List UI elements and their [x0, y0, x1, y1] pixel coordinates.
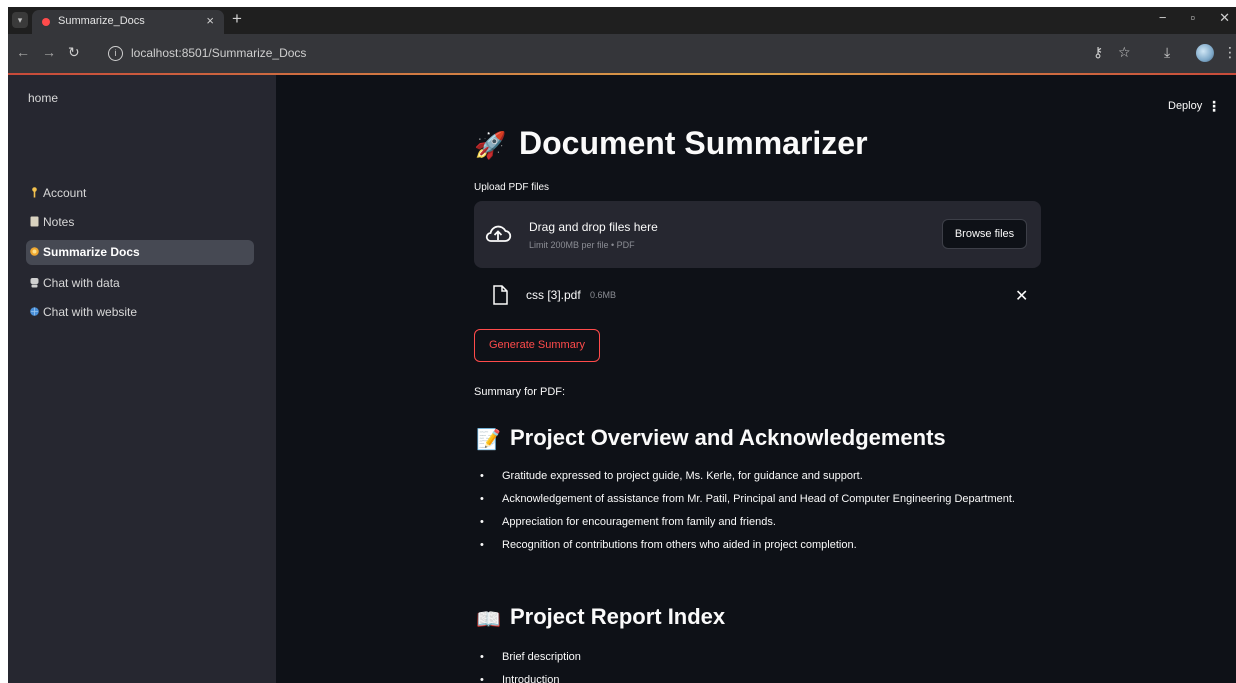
- remove-file-icon[interactable]: ✕: [1015, 286, 1028, 306]
- bookmark-star-icon[interactable]: ☆: [1118, 44, 1131, 61]
- file-name: css [3].pdf: [526, 288, 581, 302]
- url-text[interactable]: localhost:8501/Summarize_Docs: [131, 46, 306, 60]
- new-tab-icon[interactable]: +: [232, 9, 242, 29]
- memo-icon: 📝: [476, 429, 501, 451]
- close-window-icon[interactable]: ✕: [1219, 10, 1230, 26]
- reload-icon[interactable]: ↻: [68, 44, 80, 61]
- file-icon: [493, 285, 508, 305]
- dropzone-title: Drag and drop files here: [529, 220, 658, 234]
- profile-avatar[interactable]: [1196, 44, 1214, 62]
- sidebar-item-account[interactable]: Account: [28, 181, 256, 206]
- list-item: Acknowledgement of assistance from Mr. P…: [474, 491, 1034, 508]
- list-item: Appreciation for encouragement from fami…: [474, 514, 1034, 531]
- browser-tab[interactable]: Summarize_Docs ×: [32, 10, 224, 34]
- sidebar-item-label: Chat with data: [43, 276, 120, 290]
- section-heading: Project Report Index: [510, 604, 726, 629]
- minimize-icon[interactable]: −: [1159, 10, 1167, 26]
- streamlit-favicon-icon: [42, 18, 50, 26]
- list-item: Brief description: [474, 649, 1034, 666]
- browse-files-button[interactable]: Browse files: [942, 219, 1027, 249]
- dropzone-limit: Limit 200MB per file • PDF: [529, 240, 635, 250]
- sidebar-item-label: Notes: [43, 215, 75, 229]
- sidebar-home-link[interactable]: home: [28, 91, 58, 105]
- sidebar-item-chat-with-data[interactable]: Chat with data: [28, 271, 256, 296]
- chat-icon: [30, 278, 39, 288]
- cloud-upload-icon: [485, 225, 512, 242]
- file-size: 0.6MB: [590, 290, 617, 300]
- generate-summary-button[interactable]: Generate Summary: [474, 329, 600, 362]
- summary-label: Summary for PDF:: [474, 386, 566, 398]
- tab-title: Summarize_Docs: [58, 15, 145, 27]
- section-heading: Project Overview and Acknowledgements: [510, 425, 946, 450]
- restore-icon[interactable]: ▫: [1190, 10, 1195, 26]
- coin-icon: [30, 247, 39, 256]
- globe-icon: [30, 307, 39, 316]
- download-icon[interactable]: ⤓: [1164, 44, 1170, 61]
- file-dropzone[interactable]: Drag and drop files here Limit 200MB per…: [474, 201, 1041, 268]
- forward-icon[interactable]: →: [42, 44, 56, 60]
- list-item: Gratitude expressed to project guide, Ms…: [474, 468, 1034, 485]
- list-item: Recognition of contributions from others…: [474, 537, 1034, 554]
- uploaded-file-row: css [3].pdf 0.6MB ✕: [474, 283, 1041, 309]
- sidebar-item-label: Chat with website: [43, 305, 138, 319]
- sidebar-item-label: Account: [43, 186, 87, 200]
- key-icon: [32, 187, 37, 198]
- site-info-icon[interactable]: i: [108, 46, 123, 61]
- tab-search-icon[interactable]: ▾: [12, 12, 28, 28]
- list-item: Introduction: [474, 672, 1034, 683]
- sidebar-item-notes[interactable]: Notes: [28, 210, 256, 235]
- notebook-icon: [30, 216, 39, 227]
- main-content: 🚀 Document Summarizer Upload PDF files D…: [474, 7, 1044, 683]
- deploy-button[interactable]: Deploy: [1168, 100, 1202, 112]
- window-controls: − ▫ ✕: [1159, 10, 1230, 26]
- password-key-icon[interactable]: ⚷: [1093, 44, 1103, 61]
- sidebar-item-label: Summarize Docs: [43, 245, 140, 259]
- back-icon[interactable]: ←: [16, 44, 30, 60]
- sidebar-item-chat-with-website[interactable]: Chat with website: [28, 300, 256, 325]
- tab-close-icon[interactable]: ×: [206, 13, 214, 28]
- rocket-icon: 🚀: [474, 130, 507, 160]
- sidebar: [8, 75, 276, 683]
- section-bullet-list: Brief description Introduction: [474, 649, 1034, 683]
- sidebar-item-summarize-docs[interactable]: Summarize Docs: [26, 240, 254, 265]
- open-book-icon: 📖: [476, 609, 501, 631]
- page-title: Document Summarizer: [519, 125, 868, 161]
- app-menu-icon[interactable]: ⋮: [1207, 98, 1221, 115]
- section-bullet-list: Gratitude expressed to project guide, Ms…: [474, 468, 1034, 560]
- upload-label: Upload PDF files: [474, 182, 550, 193]
- browser-menu-icon[interactable]: ⋮: [1223, 44, 1236, 61]
- screen: ▾ Summarize_Docs × + − ▫ ✕ ← → ↻ i local…: [8, 7, 1236, 683]
